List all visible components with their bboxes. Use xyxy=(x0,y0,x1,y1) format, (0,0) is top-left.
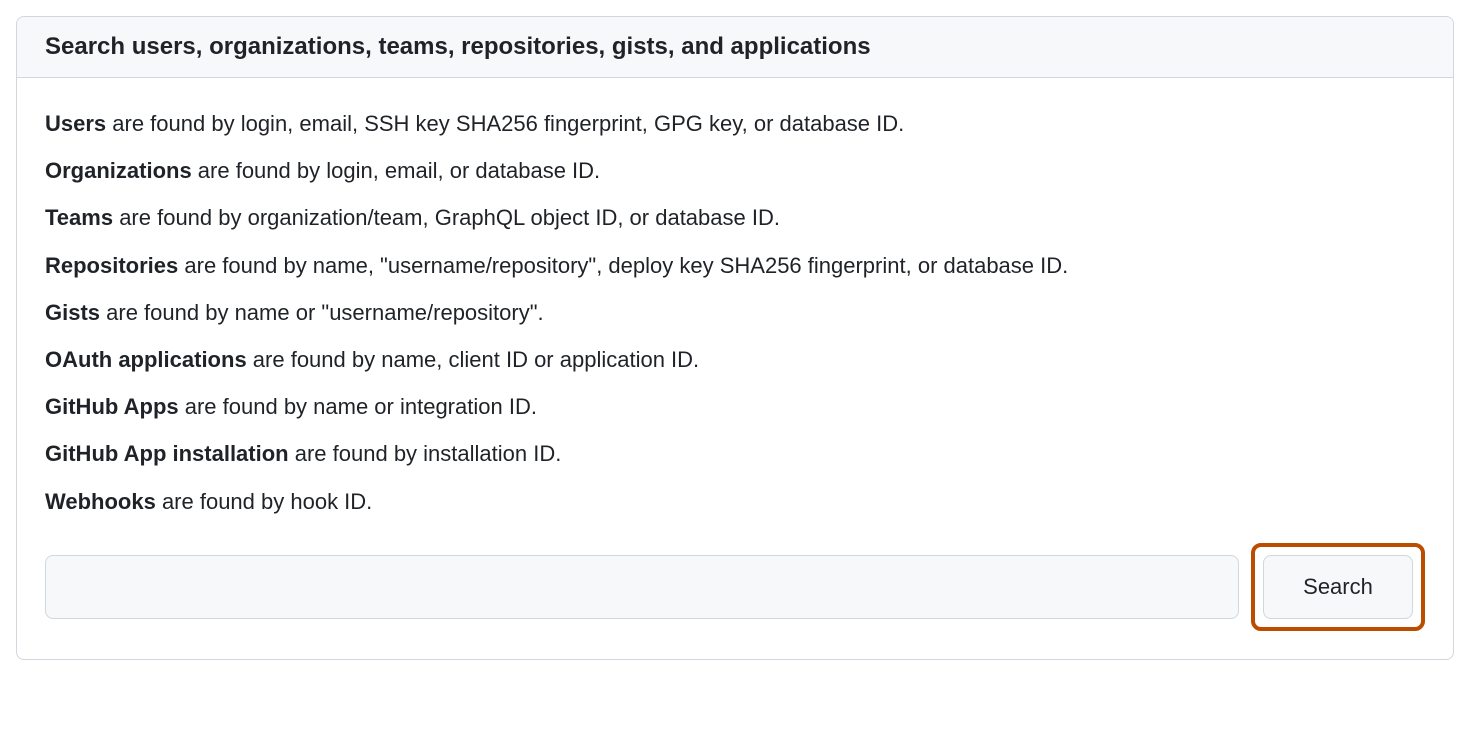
panel-body: Users are found by login, email, SSH key… xyxy=(17,78,1453,659)
desc-oauth-apps-label: OAuth applications xyxy=(45,347,247,372)
panel-header: Search users, organizations, teams, repo… xyxy=(17,17,1453,78)
desc-webhooks-text: are found by hook ID. xyxy=(156,489,372,514)
desc-gists-text: are found by name or "username/repositor… xyxy=(100,300,544,325)
desc-gists-label: Gists xyxy=(45,300,100,325)
desc-repositories-text: are found by name, "username/repository"… xyxy=(178,253,1068,278)
panel-title: Search users, organizations, teams, repo… xyxy=(45,33,1425,61)
search-row: Search xyxy=(45,543,1425,631)
desc-oauth-apps-text: are found by name, client ID or applicat… xyxy=(247,347,699,372)
desc-github-apps: GitHub Apps are found by name or integra… xyxy=(45,389,1425,424)
desc-gists: Gists are found by name or "username/rep… xyxy=(45,295,1425,330)
desc-repositories: Repositories are found by name, "usernam… xyxy=(45,248,1425,283)
desc-users: Users are found by login, email, SSH key… xyxy=(45,106,1425,141)
desc-users-text: are found by login, email, SSH key SHA25… xyxy=(106,111,904,136)
desc-teams: Teams are found by organization/team, Gr… xyxy=(45,200,1425,235)
desc-github-apps-label: GitHub Apps xyxy=(45,394,179,419)
search-input[interactable] xyxy=(45,555,1239,619)
desc-webhooks: Webhooks are found by hook ID. xyxy=(45,484,1425,519)
search-button-highlight: Search xyxy=(1251,543,1425,631)
desc-users-label: Users xyxy=(45,111,106,136)
desc-github-app-installation-text: are found by installation ID. xyxy=(289,441,562,466)
search-panel: Search users, organizations, teams, repo… xyxy=(16,16,1454,660)
desc-github-apps-text: are found by name or integration ID. xyxy=(179,394,537,419)
desc-teams-text: are found by organization/team, GraphQL … xyxy=(113,205,780,230)
desc-organizations: Organizations are found by login, email,… xyxy=(45,153,1425,188)
search-button[interactable]: Search xyxy=(1263,555,1413,619)
desc-organizations-label: Organizations xyxy=(45,158,192,183)
desc-github-app-installation-label: GitHub App installation xyxy=(45,441,289,466)
desc-oauth-apps: OAuth applications are found by name, cl… xyxy=(45,342,1425,377)
desc-teams-label: Teams xyxy=(45,205,113,230)
desc-webhooks-label: Webhooks xyxy=(45,489,156,514)
desc-repositories-label: Repositories xyxy=(45,253,178,278)
desc-github-app-installation: GitHub App installation are found by ins… xyxy=(45,436,1425,471)
desc-organizations-text: are found by login, email, or database I… xyxy=(192,158,600,183)
